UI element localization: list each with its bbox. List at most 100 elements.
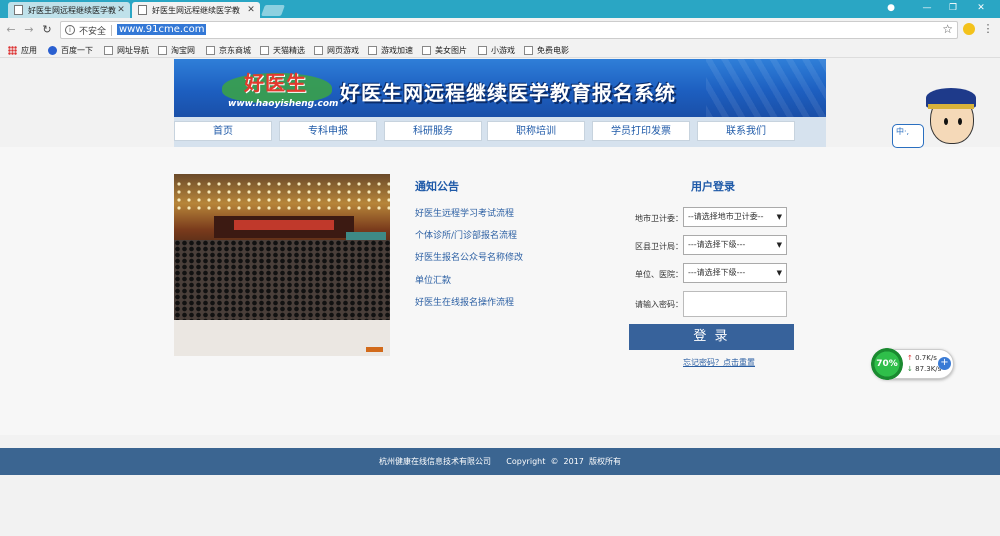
bookmark-label: 天猫精选 <box>273 45 305 55</box>
bookmark-item[interactable]: 天猫精选 <box>260 44 305 56</box>
bookmark-label: 京东商城 <box>219 45 251 55</box>
site-logo[interactable]: 好医生 www.haoyisheng.com <box>222 65 342 111</box>
hospital-select[interactable]: ---请选择下级--- ▼ <box>683 263 787 283</box>
plus-icon[interactable]: + <box>938 357 951 370</box>
page-icon <box>422 45 431 55</box>
login-button[interactable]: 登 录 <box>629 324 794 350</box>
menu-research[interactable]: 科研服务 <box>384 121 482 141</box>
divider <box>111 25 112 36</box>
page-icon <box>206 45 215 55</box>
slider-indicator[interactable] <box>366 347 383 352</box>
mascot-widget[interactable]: 中·, <box>892 88 982 150</box>
bookmark-baidu[interactable]: 百度一下 <box>48 44 93 56</box>
bookmark-label: 百度一下 <box>61 45 93 55</box>
close-window-icon[interactable]: ✕ <box>968 0 994 18</box>
notice-link[interactable]: 单位汇款 <box>415 273 451 286</box>
menu-kebab-icon[interactable]: ⋮ <box>982 23 994 35</box>
forgot-password-link[interactable]: 忘记密码？点击重置 <box>629 357 809 368</box>
close-tab-icon[interactable]: ✕ <box>246 5 256 15</box>
mascot-hatband <box>928 104 974 109</box>
page-icon <box>260 45 269 55</box>
bookmark-item[interactable]: 网页游戏 <box>314 44 359 56</box>
web-page: 好医生 www.haoyisheng.com 好医生网远程继续医学教育报名系统 … <box>0 59 1000 536</box>
speed-percent: 70% <box>871 348 903 380</box>
main-content: 通知公告 好医生远程学习考试流程 个体诊所/门诊部报名流程 好医生报名公众号名称… <box>0 147 1000 435</box>
page-favicon-icon <box>138 5 147 15</box>
address-field[interactable]: i 不安全 www.91cme.com ☆ <box>60 21 958 39</box>
ceiling-lights <box>174 180 390 214</box>
bookmark-label: 网址导航 <box>117 45 149 55</box>
upload-rate: ↑ 0.7K/s <box>907 354 937 362</box>
bookmark-item[interactable]: 网址导航 <box>104 44 149 56</box>
county-select[interactable]: ---请选择下级--- ▼ <box>683 235 787 255</box>
notice-link[interactable]: 好医生报名公众号名称修改 <box>415 250 523 263</box>
bookmark-item[interactable]: 免费电影 <box>524 44 569 56</box>
bookmark-star-icon[interactable]: ☆ <box>942 22 953 36</box>
notice-link[interactable]: 好医生远程学习考试流程 <box>415 206 514 219</box>
extension-icon[interactable] <box>963 23 975 35</box>
browser-tab-1[interactable]: 好医生网远程继续医学教 ✕ <box>8 2 130 18</box>
menu-print-invoice[interactable]: 学员打印发票 <box>592 121 690 141</box>
banner-decoration <box>706 59 826 117</box>
page-icon <box>478 45 487 55</box>
stage-banner <box>234 220 334 230</box>
city-select[interactable]: --请选择地市卫计委-- ▼ <box>683 207 787 227</box>
conference-photo[interactable] <box>174 174 390 320</box>
menu-home[interactable]: 首页 <box>174 121 272 141</box>
forward-icon[interactable]: → <box>22 23 36 37</box>
county-select-value: ---请选择下级--- <box>688 240 746 249</box>
menu-contact[interactable]: 联系我们 <box>697 121 795 141</box>
reload-icon[interactable]: ↻ <box>40 23 54 37</box>
profile-icon[interactable]: ● <box>878 0 904 18</box>
chevron-down-icon: ▼ <box>776 241 782 249</box>
city-select-value: --请选择地市卫计委-- <box>688 212 764 221</box>
tab-title: 好医生网远程继续医学教 <box>152 5 240 15</box>
browser-tab-2[interactable]: 好医生网远程继续医学教 ✕ <box>132 2 260 18</box>
notice-link[interactable]: 个体诊所/门诊部报名流程 <box>415 228 517 241</box>
bookmark-item[interactable]: 淘宝网 <box>158 44 195 56</box>
page-icon <box>158 45 167 55</box>
bookmark-item[interactable]: 小游戏 <box>478 44 515 56</box>
audience <box>174 240 390 320</box>
hospital-label: 单位、医院： <box>635 270 683 279</box>
page-icon <box>314 45 323 55</box>
upload-value: 0.7K/s <box>915 354 937 362</box>
security-label: 不安全 <box>79 27 107 37</box>
minimize-icon[interactable]: — <box>914 0 940 18</box>
slider-caption <box>174 320 390 356</box>
download-arrow-icon: ↓ <box>907 365 913 373</box>
restore-icon[interactable]: ❐ <box>940 0 966 18</box>
page-favicon-icon <box>14 5 23 15</box>
bookmark-item[interactable]: 京东商城 <box>206 44 251 56</box>
city-label: 地市卫计委： <box>635 214 683 223</box>
page-icon <box>104 45 113 55</box>
bookmark-item[interactable]: 美女图片 <box>422 44 467 56</box>
notice-title: 通知公告 <box>415 180 459 193</box>
mascot-bubble: 中·, <box>892 124 924 148</box>
bookmark-item[interactable]: 游戏加速 <box>368 44 413 56</box>
tab-title: 好医生网远程继续医学教 <box>28 5 116 15</box>
bookmark-label: 免费电影 <box>537 45 569 55</box>
bookmark-apps[interactable]: 应用 <box>8 44 37 56</box>
back-icon[interactable]: ← <box>4 23 18 37</box>
network-speed-widget[interactable]: 70% ↑ 0.7K/s ↓ 87.3K/s + <box>871 348 954 380</box>
bookmark-label: 网页游戏 <box>327 45 359 55</box>
page-icon <box>368 45 377 55</box>
notice-link[interactable]: 好医生在线报名操作流程 <box>415 295 514 308</box>
info-icon[interactable]: i <box>65 25 75 35</box>
bookmark-label: 淘宝网 <box>171 45 195 55</box>
password-input[interactable] <box>683 291 787 317</box>
page-icon <box>524 45 533 55</box>
close-tab-icon[interactable]: ✕ <box>116 5 126 15</box>
mascot-eye-icon <box>958 118 962 125</box>
url-text[interactable]: www.91cme.com <box>117 24 207 35</box>
footer-company: 杭州健康在线信息技术有限公司 <box>379 457 491 466</box>
footer-copyright: Copyright © 2017 版权所有 <box>506 457 621 466</box>
password-label: 请输入密码： <box>635 300 683 309</box>
page-footer: 杭州健康在线信息技术有限公司 Copyright © 2017 版权所有 <box>0 448 1000 475</box>
menu-title-training[interactable]: 职称培训 <box>487 121 585 141</box>
chevron-down-icon: ▼ <box>776 213 782 221</box>
new-tab-button[interactable] <box>260 5 286 16</box>
menu-specialty-apply[interactable]: 专科申报 <box>279 121 377 141</box>
main-menu: 首页 专科申报 科研服务 职称培训 学员打印发票 联系我们 <box>174 117 826 147</box>
